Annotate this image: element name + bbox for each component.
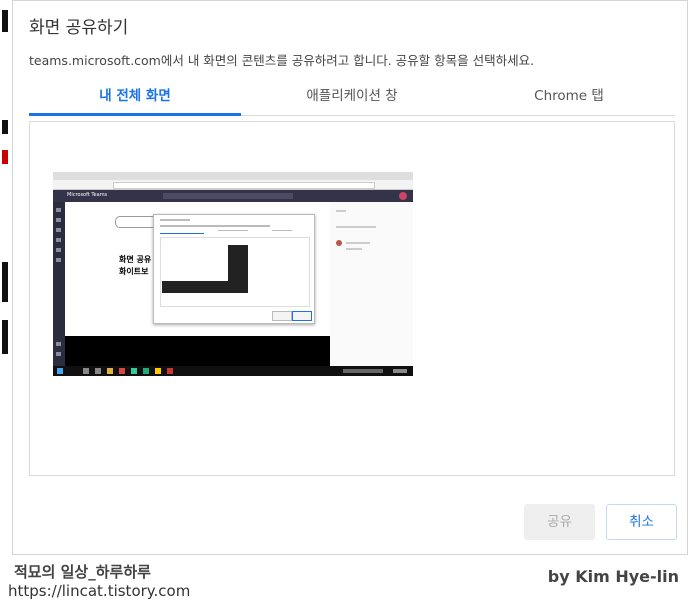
tab-application-window[interactable]: 애플리케이션 창 (246, 81, 458, 115)
edge-mark (2, 150, 8, 164)
dialog-title: 화면 공유하기 (29, 18, 129, 38)
thumb-address-bar (53, 180, 413, 190)
thumb-chip (115, 216, 157, 228)
author-credit: by Kim Hye-lin (547, 567, 679, 586)
blog-url: https://lincat.tistory.com (8, 582, 191, 600)
source-list: Microsoft Teams 화면 공유 화이트보 (29, 121, 675, 476)
thumb-taskbar (53, 366, 413, 376)
thumb-nested-dialog (153, 214, 315, 324)
background-edge (0, 0, 12, 611)
share-button[interactable]: 공유 (524, 504, 595, 540)
screen-share-dialog: 화면 공유하기 teams.microsoft.com에서 내 화면의 콘텐츠를… (12, 0, 688, 555)
source-tabs: 내 전체 화면 애플리케이션 창 Chrome 탭 (29, 81, 675, 116)
edge-mark (2, 120, 8, 134)
thumb-whiteboard-text: 화면 공유 화이트보 (119, 255, 152, 276)
tab-chrome-tab[interactable]: Chrome 탭 (463, 81, 675, 115)
edge-mark (2, 320, 8, 354)
thumb-black-area (65, 336, 330, 366)
cancel-button[interactable]: 취소 (606, 504, 677, 540)
edge-mark (2, 262, 8, 302)
dialog-description: teams.microsoft.com에서 내 화면의 콘텐츠를 공유하려고 합… (29, 53, 535, 68)
thumb-chat-panel (330, 202, 413, 366)
blog-name: 적묘의 일상_하루하루 (14, 563, 151, 581)
tab-entire-screen[interactable]: 내 전체 화면 (29, 81, 241, 116)
thumb-avatar (399, 192, 407, 200)
thumb-search-bar (163, 193, 293, 199)
edge-mark (2, 10, 8, 32)
thumb-app-rail (53, 202, 65, 366)
thumb-teams-label: Microsoft Teams (67, 192, 108, 198)
screen-thumbnail[interactable]: Microsoft Teams 화면 공유 화이트보 (53, 172, 413, 376)
thumb-browser-tabs (53, 172, 413, 180)
